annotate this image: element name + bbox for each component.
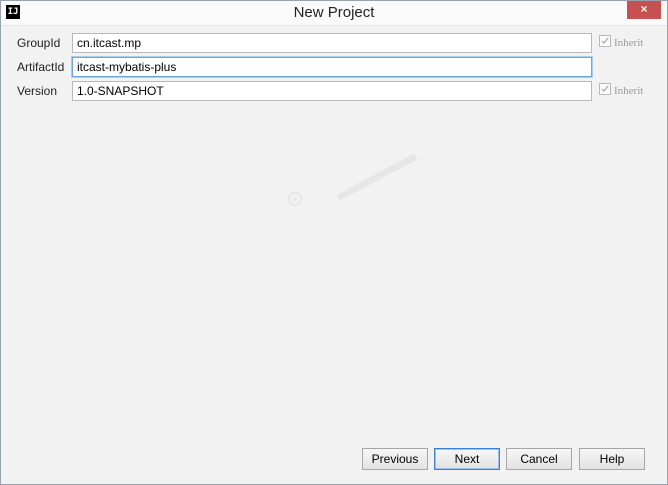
group-id-inherit-label: Inherit <box>614 37 644 49</box>
watermark: ⊙ <box>280 183 309 214</box>
artifact-id-input[interactable] <box>72 57 592 77</box>
title-bar: IJ New Project × <box>1 1 667 26</box>
version-inherit-checkbox[interactable]: Inherit <box>599 83 643 97</box>
checkbox-checked-icon <box>599 83 611 95</box>
previous-button[interactable]: Previous <box>362 448 428 470</box>
version-input[interactable] <box>72 81 592 101</box>
version-inherit-label: Inherit <box>614 85 644 97</box>
close-button[interactable]: × <box>627 1 661 19</box>
group-id-input[interactable] <box>72 33 592 53</box>
checkbox-checked-icon <box>599 35 611 47</box>
artifact-id-row: ArtifactId <box>1 57 667 79</box>
watermark: ▬▬▬▬ <box>330 141 420 206</box>
group-id-inherit-checkbox[interactable]: Inherit <box>599 35 643 49</box>
new-project-dialog: IJ New Project × ⊙ ▬▬▬▬ GroupId Inherit … <box>0 0 668 485</box>
dialog-title: New Project <box>293 4 375 21</box>
help-button[interactable]: Help <box>579 448 645 470</box>
close-icon: × <box>640 2 648 16</box>
group-id-label: GroupId <box>17 36 61 50</box>
cancel-button[interactable]: Cancel <box>506 448 572 470</box>
version-row: Version Inherit <box>1 81 667 103</box>
group-id-row: GroupId Inherit <box>1 33 667 55</box>
next-button[interactable]: Next <box>434 448 500 470</box>
version-label: Version <box>17 84 58 98</box>
artifact-id-label: ArtifactId <box>17 60 65 74</box>
